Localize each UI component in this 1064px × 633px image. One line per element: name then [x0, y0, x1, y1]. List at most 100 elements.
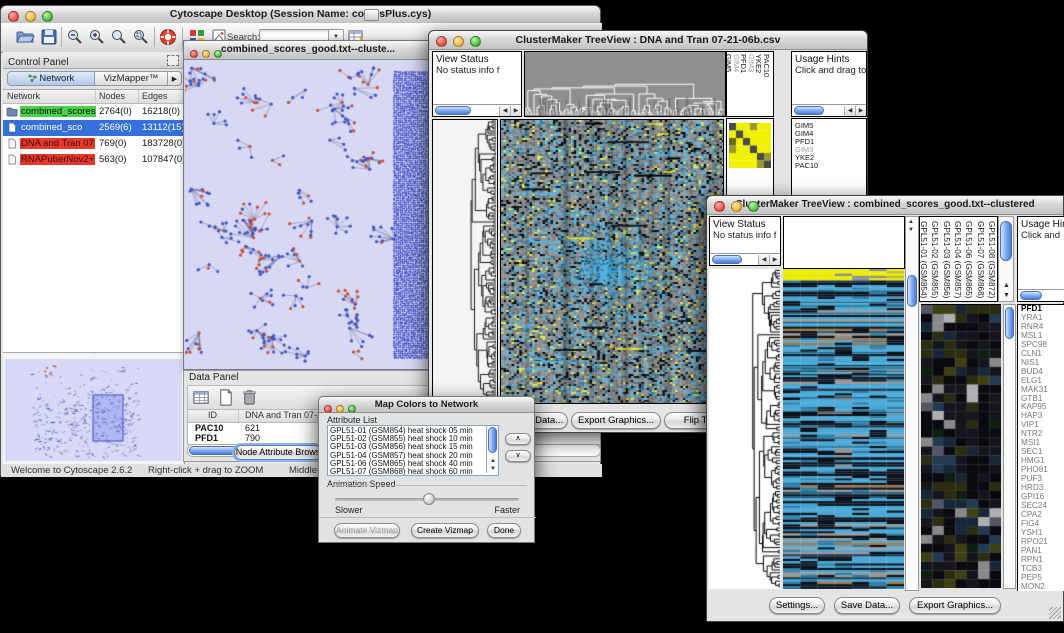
- heatmap-vscrollbar[interactable]: ▲ ▼: [905, 216, 919, 591]
- close-button[interactable]: [714, 201, 725, 212]
- scroll-right-arrow[interactable]: ▶: [769, 255, 780, 265]
- treeview-button[interactable]: Export Graphics...: [909, 597, 1001, 614]
- tab-vizmapper[interactable]: VizMapper™: [95, 71, 168, 86]
- attribute-item[interactable]: GPL51-07 (GSM868) heat shock 60 min: [328, 468, 486, 476]
- heatmap-panel[interactable]: [783, 269, 904, 589]
- zoom-window-button[interactable]: [748, 201, 759, 212]
- animate-vizmap-button[interactable]: Animate Vizmap: [334, 523, 400, 538]
- scroll-right-arrow[interactable]: ▶: [855, 106, 866, 116]
- secondary-heatmap-panel[interactable]: [921, 304, 1001, 590]
- row-dendrogram-panel[interactable]: [709, 269, 781, 589]
- network-view-titlebar[interactable]: combined_scores_good.txt--cluste...: [184, 41, 432, 60]
- labels-vscrollbar[interactable]: ▲ ▼: [998, 216, 1014, 302]
- scroll-thumb[interactable]: [907, 275, 917, 307]
- open-file-icon[interactable]: [15, 27, 35, 47]
- scroll-thumb[interactable]: [1000, 221, 1012, 261]
- help-lifering-icon[interactable]: [158, 27, 178, 47]
- move-up-button[interactable]: ∧: [505, 433, 531, 445]
- new-attribute-icon[interactable]: [216, 388, 236, 408]
- tabs-overflow-button[interactable]: ▶: [168, 71, 182, 86]
- heatmap-1[interactable]: [501, 120, 723, 403]
- dialog-titlebar[interactable]: Map Colors to Network: [319, 397, 534, 413]
- node-attribute-browser-button[interactable]: Node Attribute Brows: [234, 445, 322, 460]
- scroll-thumb[interactable]: [488, 427, 497, 453]
- slider-thumb[interactable]: [423, 493, 435, 505]
- network-row[interactable]: combined_sco 2569(6) 13112(15): [3, 120, 184, 136]
- move-down-button[interactable]: ∨: [505, 450, 531, 462]
- scroll-up-arrow[interactable]: ▲: [1003, 282, 1010, 289]
- view-status-hscrollbar[interactable]: ◀ ▶: [433, 104, 521, 116]
- scroll-up-arrow[interactable]: ▲: [908, 219, 914, 225]
- scroll-down-arrow[interactable]: ▼: [908, 227, 914, 233]
- scroll-down-arrow[interactable]: ▼: [1003, 292, 1010, 299]
- close-button[interactable]: [436, 36, 447, 47]
- network-canvas[interactable]: [185, 59, 431, 369]
- minimize-button[interactable]: [202, 50, 210, 58]
- treeview-button[interactable]: Settings...: [769, 597, 825, 614]
- save-icon[interactable]: [39, 27, 59, 47]
- row-dendrogram-panel[interactable]: [432, 119, 498, 404]
- heatmap-3[interactable]: [921, 305, 1001, 588]
- float-panel-icon[interactable]: [167, 55, 179, 66]
- scroll-thumb[interactable]: [712, 255, 742, 264]
- scroll-left-arrow[interactable]: ◀: [499, 106, 510, 116]
- scroll-left-arrow[interactable]: ◀: [844, 106, 855, 116]
- network-row[interactable]: combined_scores 2764(0) 16218(0): [3, 104, 184, 120]
- usage-hints-hscrollbar[interactable]: [1018, 289, 1064, 301]
- column-dendrogram-panel[interactable]: [524, 51, 726, 117]
- close-button[interactable]: [324, 405, 332, 413]
- create-vizmap-button[interactable]: Create Vizmap: [411, 523, 479, 538]
- zoom-window-button[interactable]: [470, 36, 481, 47]
- scroll-up-arrow[interactable]: ▲: [490, 458, 496, 464]
- dendro-top-1[interactable]: [525, 52, 725, 116]
- zoom-out-icon[interactable]: [65, 27, 85, 47]
- minimize-button[interactable]: [453, 36, 464, 47]
- view-status-hscrollbar[interactable]: ◀ ▶: [710, 253, 780, 265]
- main-titlebar[interactable]: Cytoscape Desktop (Session Name: collins…: [1, 6, 600, 24]
- treeview-button[interactable]: Export Graphics...: [571, 412, 661, 429]
- treeview-dna-titlebar[interactable]: ClusterMaker TreeView : DNA and Tran 07-…: [429, 31, 867, 50]
- heatmap-2[interactable]: [783, 269, 904, 589]
- delete-attribute-icon[interactable]: [240, 388, 260, 408]
- zoom-window-button[interactable]: [42, 11, 53, 22]
- network-row[interactable]: DNA and Tran 07 769(0) 183728(0): [3, 136, 184, 152]
- scroll-down-arrow[interactable]: ▼: [490, 466, 496, 472]
- zoom-window-button[interactable]: [348, 405, 356, 413]
- miniheat-1[interactable]: [729, 123, 771, 168]
- listbox-vscrollbar[interactable]: ▲ ▼: [486, 426, 498, 473]
- scroll-thumb[interactable]: [1020, 291, 1042, 300]
- attribute-select-icon[interactable]: [192, 388, 212, 408]
- usage-hints-hscrollbar[interactable]: ◀ ▶: [792, 104, 866, 116]
- scroll-left-arrow[interactable]: ◀: [758, 255, 769, 265]
- scroll-thumb[interactable]: [435, 106, 471, 115]
- zoom-in-icon[interactable]: [87, 27, 107, 47]
- resize-grip[interactable]: [1049, 607, 1061, 619]
- gene-label[interactable]: MON2: [1021, 583, 1064, 591]
- close-button[interactable]: [190, 50, 198, 58]
- animation-slider[interactable]: [335, 498, 519, 501]
- tab-network[interactable]: Network: [7, 71, 95, 86]
- secondary-vscrollbar[interactable]: [1003, 304, 1016, 589]
- heatmap-panel[interactable]: [500, 119, 724, 404]
- network-row[interactable]: RNAPuberNov2+ 563(0) 107847(0): [3, 152, 184, 168]
- treeview-button[interactable]: Save Data...: [834, 597, 900, 614]
- zoom-window-button[interactable]: [214, 50, 222, 58]
- view-status-text: No status info f: [713, 230, 780, 241]
- scroll-thumb[interactable]: [794, 106, 824, 115]
- minimize-button[interactable]: [731, 201, 742, 212]
- zoom-fit-icon[interactable]: [109, 27, 129, 47]
- attribute-listbox[interactable]: GPL51-01 (GSM854) heat shock 05 minGPL51…: [327, 425, 499, 476]
- treeview-combined-titlebar[interactable]: ClusterMaker TreeView : combined_scores_…: [707, 196, 1063, 215]
- toolbar-toggle-icon[interactable]: [364, 9, 379, 21]
- zoom-selected-icon[interactable]: [131, 27, 151, 47]
- global-view-panel[interactable]: [726, 118, 774, 196]
- scroll-right-arrow[interactable]: ▶: [510, 106, 521, 116]
- close-button[interactable]: [8, 11, 19, 22]
- dendro-left-2[interactable]: [709, 269, 781, 589]
- minimize-button[interactable]: [25, 11, 36, 22]
- scroll-thumb[interactable]: [1005, 307, 1014, 339]
- minimize-button[interactable]: [336, 405, 344, 413]
- birdseye-canvas[interactable]: [5, 359, 182, 461]
- dendro-left-1[interactable]: [433, 120, 497, 403]
- done-button[interactable]: Done: [487, 523, 521, 538]
